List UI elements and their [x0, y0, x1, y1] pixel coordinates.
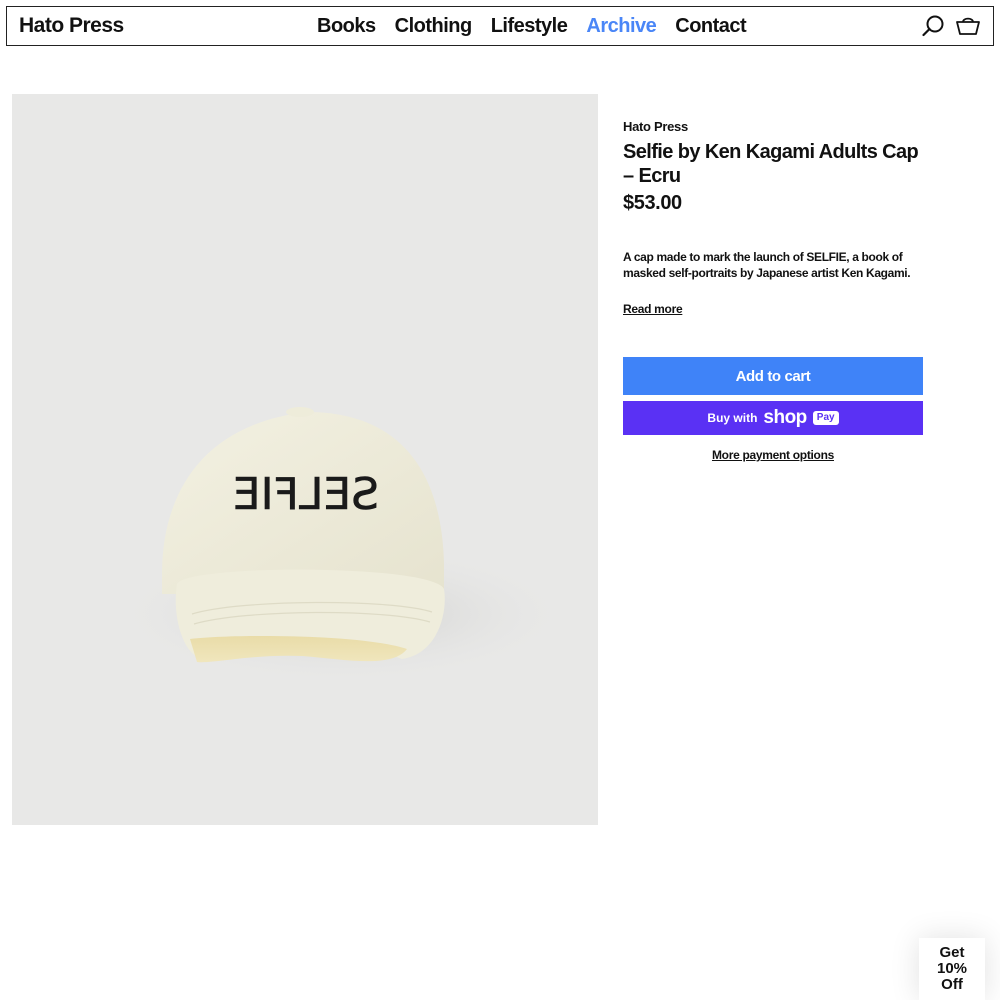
pay-badge: Pay	[812, 411, 839, 425]
nav-item-archive[interactable]: Archive	[586, 13, 656, 39]
nav-item-clothing[interactable]: Clothing	[395, 13, 473, 39]
product-info: Hato Press Selfie by Ken Kagami Adults C…	[623, 118, 923, 318]
product-image[interactable]: SELFIE	[12, 94, 598, 825]
read-more-link[interactable]: Read more	[623, 301, 683, 317]
site-logo[interactable]: Hato Press	[19, 13, 124, 39]
product-vendor[interactable]: Hato Press	[623, 118, 923, 136]
search-icon[interactable]	[921, 14, 947, 38]
product-title: Selfie by Ken Kagami Adults Cap – Ecru	[623, 141, 919, 187]
add-to-cart-button[interactable]: Add to cart	[623, 357, 923, 395]
header-icons	[921, 14, 981, 38]
cap-photo: SELFIE	[112, 407, 572, 684]
shop-logo-text: shop	[763, 407, 807, 428]
site-header: Hato Press Books Clothing Lifestyle Arch…	[6, 6, 994, 46]
product-description: A cap made to mark the launch of SELFIE,…	[623, 250, 911, 280]
nav-item-books[interactable]: Books	[317, 13, 376, 39]
cart-icon[interactable]	[955, 14, 981, 38]
product-price: $53.00	[623, 192, 682, 214]
discount-text: Get 10% Off	[936, 944, 968, 993]
buy-with-label: Buy with	[707, 411, 758, 425]
cap-embroidery-text: SELFIE	[233, 469, 379, 520]
shop-pay-button[interactable]: Buy with shop Pay	[623, 401, 923, 435]
more-payment-options-link[interactable]: More payment options	[623, 447, 923, 463]
nav-item-lifestyle[interactable]: Lifestyle	[491, 13, 568, 39]
nav-item-contact[interactable]: Contact	[675, 13, 746, 39]
main-nav: Books Clothing Lifestyle Archive Contact	[317, 13, 765, 39]
discount-popup-button[interactable]: Get 10% Off	[919, 938, 985, 1000]
